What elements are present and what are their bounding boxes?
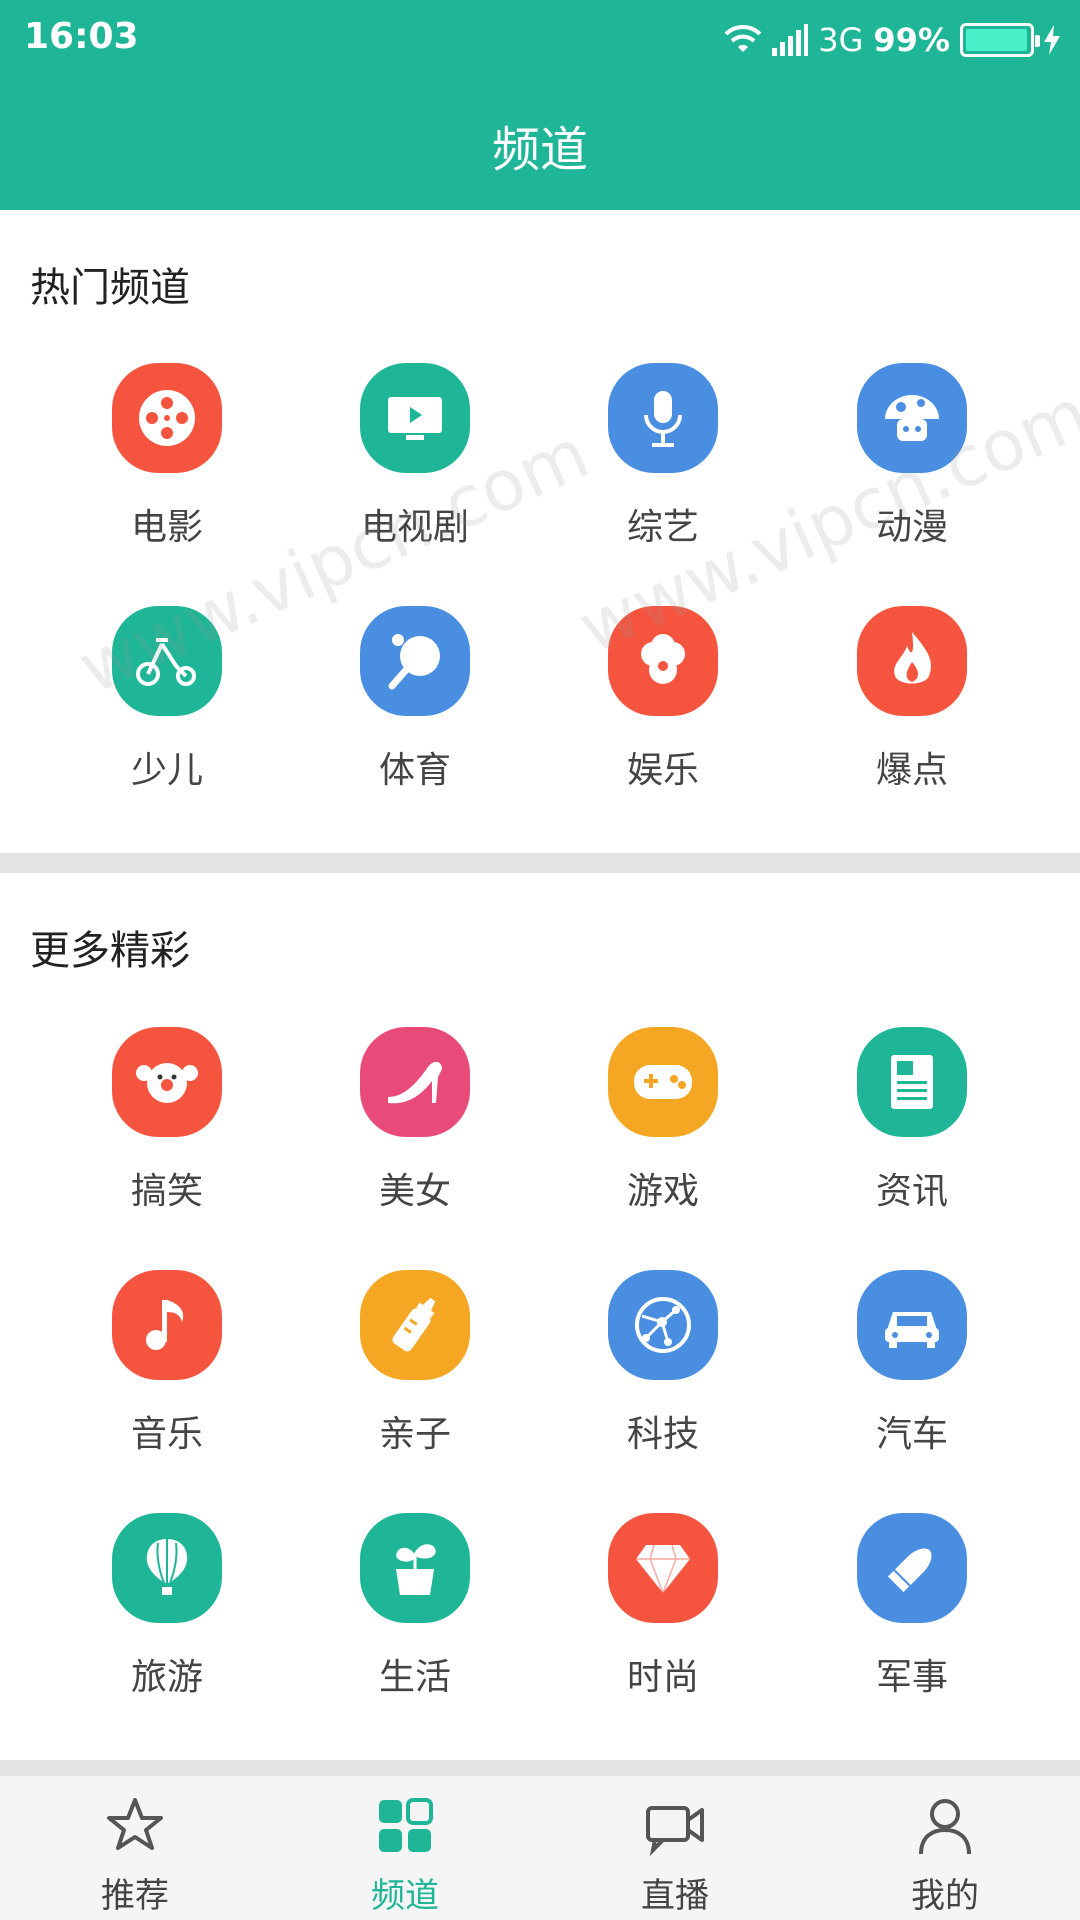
page-title: 频道 bbox=[491, 122, 588, 178]
channel-car[interactable]: 汽车 bbox=[787, 1270, 1037, 1470]
bottom-divider bbox=[0, 1760, 1080, 1775]
channel-network-globe[interactable]: 科技 bbox=[538, 1270, 788, 1470]
channel-label: 娱乐 bbox=[626, 750, 699, 791]
channel-tv[interactable]: 电视剧 bbox=[290, 363, 540, 563]
ping-pong-icon bbox=[360, 606, 470, 716]
wifi-icon bbox=[724, 24, 762, 52]
channel-label: 体育 bbox=[378, 750, 451, 791]
star-icon bbox=[107, 1798, 163, 1850]
channel-label: 电视剧 bbox=[360, 507, 469, 548]
channel-label: 美女 bbox=[378, 1171, 451, 1212]
nav-item-grid[interactable]: 频道 bbox=[270, 1776, 540, 1920]
channel-label: 电影 bbox=[130, 507, 203, 548]
plant-pot-icon bbox=[360, 1513, 470, 1623]
more-section-title: 更多精彩 bbox=[30, 928, 190, 974]
bottom-nav: 推荐 频道 直播 我的 bbox=[0, 1775, 1080, 1920]
hot-section-title: 热门频道 bbox=[30, 265, 190, 311]
channel-gamepad[interactable]: 游戏 bbox=[538, 1027, 788, 1227]
status-bar: 16:03 3G 99% bbox=[0, 0, 1080, 80]
nav-item-user[interactable]: 我的 bbox=[810, 1776, 1080, 1920]
flame-icon bbox=[857, 606, 967, 716]
battery-icon bbox=[960, 23, 1040, 57]
tv-icon bbox=[360, 363, 470, 473]
channel-hot-air-balloon[interactable]: 旅游 bbox=[42, 1513, 292, 1713]
channel-label: 亲子 bbox=[378, 1414, 451, 1455]
channel-baby-bottle[interactable]: 亲子 bbox=[290, 1270, 540, 1470]
channel-label: 旅游 bbox=[130, 1657, 203, 1698]
channel-label: 时尚 bbox=[626, 1657, 699, 1698]
microphone-icon bbox=[608, 363, 718, 473]
channel-label: 生活 bbox=[378, 1657, 451, 1698]
network-type: 3G bbox=[818, 21, 864, 59]
channel-label: 资讯 bbox=[875, 1171, 948, 1212]
channel-flame[interactable]: 爆点 bbox=[787, 606, 1037, 806]
signal-icon bbox=[772, 24, 809, 56]
newspaper-icon bbox=[857, 1027, 967, 1137]
gamepad-icon bbox=[608, 1027, 718, 1137]
channel-music-note[interactable]: 音乐 bbox=[42, 1270, 292, 1470]
nav-label: 我的 bbox=[911, 1876, 979, 1916]
channel-label: 汽车 bbox=[875, 1414, 948, 1455]
channel-flower[interactable]: 娱乐 bbox=[538, 606, 788, 806]
nav-item-video-camera[interactable]: 直播 bbox=[540, 1776, 810, 1920]
channel-tricycle[interactable]: 少儿 bbox=[42, 606, 292, 806]
hot-air-balloon-icon bbox=[112, 1513, 222, 1623]
video-camera-icon bbox=[646, 1806, 704, 1856]
channel-newspaper[interactable]: 资讯 bbox=[787, 1027, 1037, 1227]
network-globe-icon bbox=[608, 1270, 718, 1380]
channel-mushroom[interactable]: 动漫 bbox=[787, 363, 1037, 563]
channel-label: 游戏 bbox=[626, 1171, 699, 1212]
channel-label: 动漫 bbox=[875, 507, 948, 548]
film-reel-icon bbox=[112, 363, 222, 473]
channel-ping-pong[interactable]: 体育 bbox=[290, 606, 540, 806]
channel-bullet[interactable]: 军事 bbox=[787, 1513, 1037, 1713]
channel-label: 搞笑 bbox=[130, 1171, 203, 1212]
channel-plant-pot[interactable]: 生活 bbox=[290, 1513, 540, 1713]
high-heel-icon bbox=[360, 1027, 470, 1137]
baby-bottle-icon bbox=[360, 1270, 470, 1380]
nav-label: 推荐 bbox=[101, 1876, 169, 1916]
channel-label: 音乐 bbox=[130, 1414, 203, 1455]
status-right: 3G 99% bbox=[724, 18, 1060, 62]
car-icon bbox=[857, 1270, 967, 1380]
grid-icon bbox=[379, 1798, 433, 1852]
music-note-icon bbox=[112, 1270, 222, 1380]
channel-microphone[interactable]: 综艺 bbox=[538, 363, 788, 563]
channel-diamond[interactable]: 时尚 bbox=[538, 1513, 788, 1713]
diamond-icon bbox=[608, 1513, 718, 1623]
bullet-icon bbox=[857, 1513, 967, 1623]
status-time: 16:03 bbox=[24, 16, 139, 57]
nav-label: 直播 bbox=[641, 1876, 709, 1916]
channel-label: 少儿 bbox=[130, 750, 203, 791]
nav-item-star[interactable]: 推荐 bbox=[0, 1776, 270, 1920]
channel-film-reel[interactable]: 电影 bbox=[42, 363, 292, 563]
channel-high-heel[interactable]: 美女 bbox=[290, 1027, 540, 1227]
charging-icon bbox=[1044, 25, 1060, 55]
title-bar: 频道 bbox=[0, 80, 1080, 210]
channel-label: 综艺 bbox=[626, 507, 699, 548]
channel-label: 军事 bbox=[875, 1657, 948, 1698]
user-icon bbox=[919, 1799, 971, 1855]
flower-icon bbox=[608, 606, 718, 716]
section-divider bbox=[0, 853, 1080, 873]
battery-percent: 99% bbox=[873, 21, 950, 59]
mushroom-icon bbox=[857, 363, 967, 473]
nav-label: 频道 bbox=[371, 1876, 439, 1916]
tricycle-icon bbox=[112, 606, 222, 716]
channel-clown[interactable]: 搞笑 bbox=[42, 1027, 292, 1227]
channel-label: 科技 bbox=[626, 1414, 699, 1455]
channel-label: 爆点 bbox=[875, 750, 948, 791]
clown-icon bbox=[112, 1027, 222, 1137]
